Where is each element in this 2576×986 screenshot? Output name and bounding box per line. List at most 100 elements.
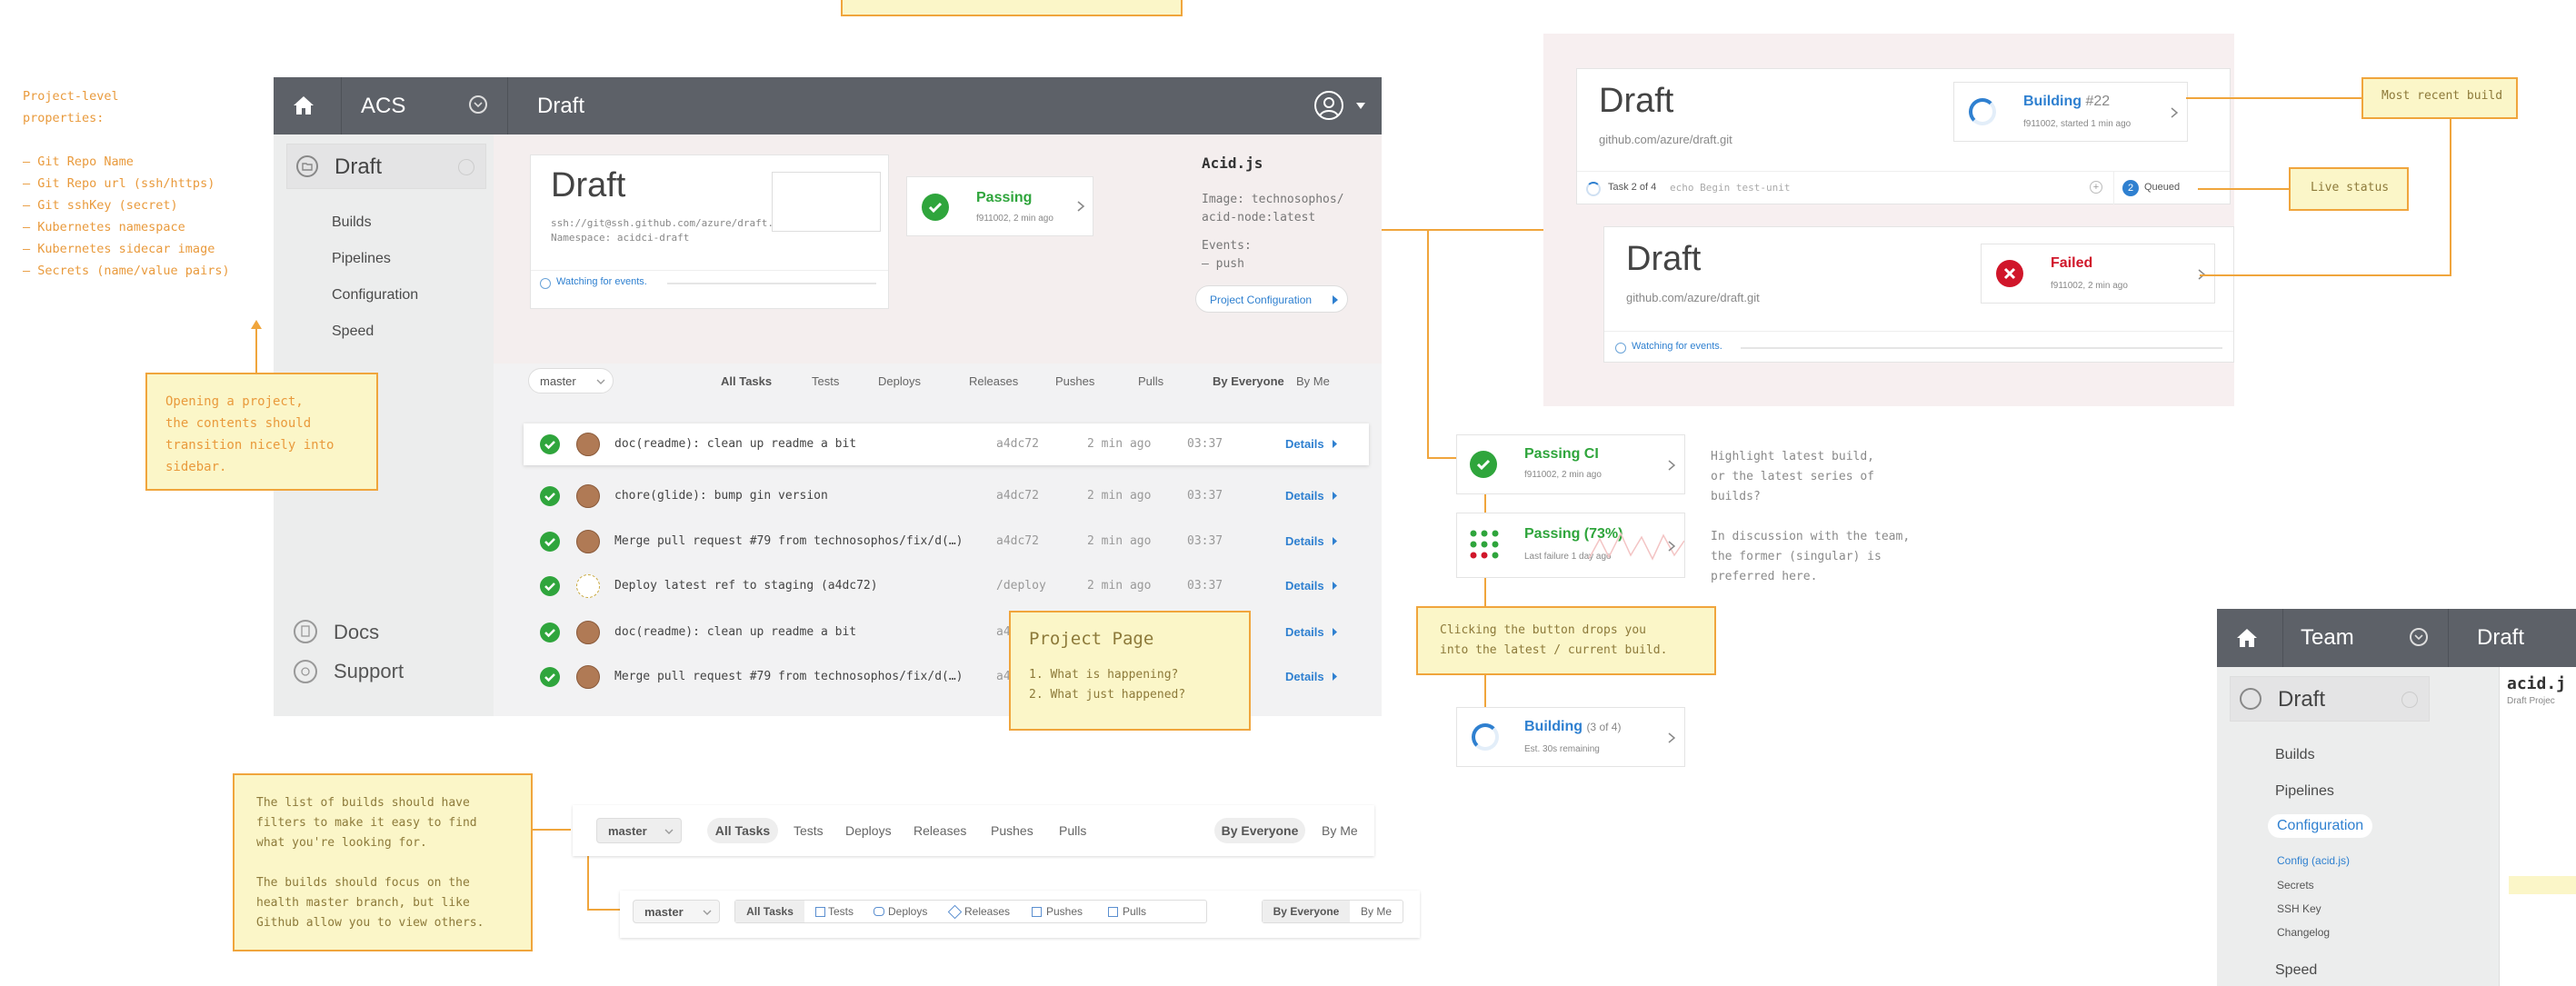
- home-icon[interactable]: [292, 94, 315, 117]
- support-icon: [294, 660, 317, 683]
- table-row[interactable]: doc(readme): clean up readme a bit a4dc72…: [524, 423, 1369, 465]
- tab-all-tasks[interactable]: All Tasks: [707, 818, 778, 843]
- branch-select-label: master: [644, 905, 684, 919]
- sub-item-changelog[interactable]: Changelog: [2277, 926, 2330, 939]
- connector-line: [587, 909, 620, 911]
- filter-all-tasks[interactable]: All Tasks: [721, 374, 772, 388]
- team-sidebar: Draft Builds Pipelines Configuration Con…: [2217, 667, 2499, 986]
- tab-pulls[interactable]: Pulls: [1123, 905, 1146, 918]
- passing-ci-meta: f911002, 2 min ago: [1524, 470, 1602, 480]
- project-configuration-button[interactable]: Project Configuration: [1195, 285, 1348, 313]
- breadcrumb-acs[interactable]: ACS: [361, 94, 405, 119]
- branch-select[interactable]: master: [596, 818, 682, 843]
- tab-tests[interactable]: Tests: [794, 823, 824, 838]
- failed-status-card[interactable]: Failed f911002, 2 min ago: [1981, 244, 2215, 304]
- sidebar-item-configuration[interactable]: Configuration: [2268, 814, 2373, 838]
- project-card: Draft ssh://git@ssh.github.com/azure/dra…: [530, 154, 889, 309]
- chevron-down-icon: [703, 910, 712, 915]
- progress-track: [1741, 347, 2222, 349]
- table-row[interactable]: chore(glide): bump gin version a4dc72 2 mi…: [533, 475, 1369, 517]
- breadcrumb-draft[interactable]: Draft: [537, 94, 584, 119]
- table-row[interactable]: Merge pull request #79 from technosophos…: [533, 521, 1369, 563]
- build-ref: /deploy: [996, 579, 1046, 593]
- filter-tests[interactable]: Tests: [812, 374, 839, 388]
- passing-status-card[interactable]: Passing f911002, 2 min ago: [906, 176, 1093, 236]
- sub-item-ssh-key[interactable]: SSH Key: [2277, 902, 2321, 915]
- filter-by-me[interactable]: By Me: [1296, 374, 1330, 388]
- home-icon[interactable]: [2235, 626, 2259, 650]
- table-row[interactable]: Deploy latest ref to staging (a4dc72) /de…: [533, 565, 1369, 607]
- breadcrumb-draft[interactable]: Draft: [2477, 625, 2524, 651]
- tab-tests[interactable]: Tests: [828, 905, 854, 918]
- team-main: acid.j Draft Projec: [2499, 667, 2576, 986]
- connector-line: [2450, 119, 2451, 276]
- chevron-down-icon[interactable]: [469, 95, 487, 114]
- tab-by-me[interactable]: By Me: [1322, 823, 1358, 838]
- details-link[interactable]: Details: [1285, 579, 1324, 593]
- sidebar-item-pipelines[interactable]: Pipelines: [332, 251, 391, 267]
- collapse-icon[interactable]: [458, 159, 474, 175]
- tab-pulls[interactable]: Pulls: [1059, 823, 1086, 838]
- caret-right-icon: [1333, 628, 1337, 636]
- spinner-icon: [1586, 182, 1601, 196]
- tab-deploys[interactable]: Deploys: [888, 905, 927, 918]
- breadcrumb-team[interactable]: Team: [2301, 625, 2354, 651]
- branch-select[interactable]: master: [528, 368, 614, 393]
- branch-select[interactable]: master: [633, 900, 720, 923]
- acid-subtitle: Draft Projec: [2507, 696, 2555, 706]
- sub-item-config[interactable]: Config (acid.js): [2277, 854, 2350, 867]
- sidebar-item-support[interactable]: Support: [334, 660, 404, 683]
- details-link[interactable]: Details: [1285, 534, 1324, 548]
- connector-line: [587, 856, 589, 911]
- status-card[interactable]: [772, 172, 881, 232]
- filter-deploys[interactable]: Deploys: [878, 374, 921, 388]
- add-icon[interactable]: +: [2090, 181, 2102, 194]
- details-link[interactable]: Details: [1285, 489, 1324, 503]
- project-configuration-label: Project Configuration: [1210, 294, 1313, 306]
- tab-by-everyone[interactable]: By Everyone: [1263, 901, 1350, 922]
- sidebar-project[interactable]: Draft: [2230, 676, 2430, 722]
- sidebar-item-builds[interactable]: Builds: [2275, 747, 2315, 763]
- collapse-icon[interactable]: [2401, 692, 2418, 708]
- user-avatar-icon[interactable]: [1314, 91, 1343, 120]
- sidebar-item-pipelines[interactable]: Pipelines: [2275, 783, 2334, 800]
- tab-by-everyone[interactable]: By Everyone: [1214, 818, 1305, 843]
- details-link[interactable]: Details: [1285, 670, 1324, 683]
- building-text: Building: [1524, 719, 1583, 734]
- tab-all-tasks[interactable]: All Tasks: [735, 901, 804, 922]
- tab-releases[interactable]: Releases: [914, 823, 966, 838]
- chevron-down-icon[interactable]: [2410, 628, 2428, 646]
- tab-pushes[interactable]: Pushes: [1046, 905, 1083, 918]
- build-duration: 03:37: [1187, 534, 1223, 548]
- tab-deploys[interactable]: Deploys: [845, 823, 892, 838]
- filter-by-everyone[interactable]: By Everyone: [1213, 374, 1284, 388]
- tests-icon: [815, 907, 825, 917]
- build-ref: a4dc72: [996, 489, 1039, 503]
- details-link[interactable]: Details: [1285, 437, 1324, 451]
- project-title: Draft: [1599, 82, 1674, 120]
- sub-item-secrets[interactable]: Secrets: [2277, 879, 2314, 891]
- task-progress-bar: Task 2 of 4 echo Begin test-unit + 2 Que…: [1577, 171, 2230, 204]
- caret-right-icon: [1333, 537, 1337, 545]
- tab-pushes[interactable]: Pushes: [991, 823, 1033, 838]
- building-status-card[interactable]: Building #22 f911002, started 1 min ago: [1953, 82, 2188, 142]
- filter-pulls[interactable]: Pulls: [1138, 374, 1163, 388]
- filter-releases[interactable]: Releases: [969, 374, 1018, 388]
- chevron-right-icon: [1668, 732, 1675, 743]
- sidebar-item-speed[interactable]: Speed: [332, 324, 374, 340]
- filter-pushes[interactable]: Pushes: [1055, 374, 1094, 388]
- sidebar-item-speed[interactable]: Speed: [2275, 962, 2317, 979]
- tab-by-me[interactable]: By Me: [1361, 905, 1392, 918]
- details-link[interactable]: Details: [1285, 625, 1324, 639]
- sticky-text: The list of builds should have filters t…: [256, 796, 484, 930]
- sticky-project-page: Project Page 1. What is happening? 2. Wh…: [1009, 611, 1251, 731]
- tab-releases[interactable]: Releases: [964, 905, 1010, 918]
- sidebar-project[interactable]: Draft: [286, 144, 486, 189]
- building-card[interactable]: Building (3 of 4) Est. 30s remaining: [1456, 707, 1685, 767]
- sidebar-item-docs[interactable]: Docs: [334, 621, 379, 644]
- user-menu-caret-icon[interactable]: [1356, 103, 1365, 109]
- passing-percent-card[interactable]: Passing (73%) Last failure 1 day ago: [1456, 513, 1685, 578]
- sidebar-item-configuration[interactable]: Configuration: [332, 287, 418, 304]
- passing-ci-card[interactable]: Passing CI f911002, 2 min ago: [1456, 434, 1685, 494]
- sidebar-item-builds[interactable]: Builds: [332, 214, 372, 231]
